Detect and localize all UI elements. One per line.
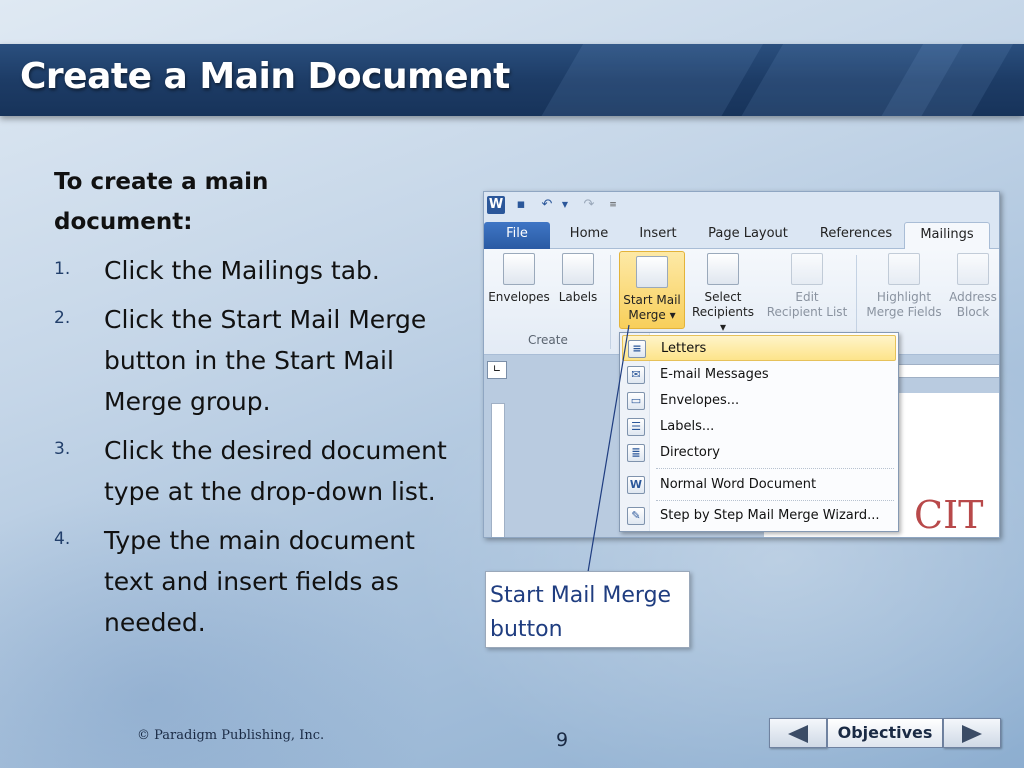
arrow-left-icon [788,725,808,743]
arrow-right-icon [962,725,982,743]
slide-navigation: Objectives [769,718,1001,748]
page-number: 9 [556,729,569,751]
callout-box: Start Mail Merge button [485,571,690,648]
objectives-button[interactable]: Objectives [827,718,943,748]
previous-slide-button[interactable] [769,718,827,748]
next-slide-button[interactable] [943,718,1001,748]
callout-pointer-line [587,324,630,573]
copyright: © Paradigm Publishing, Inc. [137,728,325,743]
